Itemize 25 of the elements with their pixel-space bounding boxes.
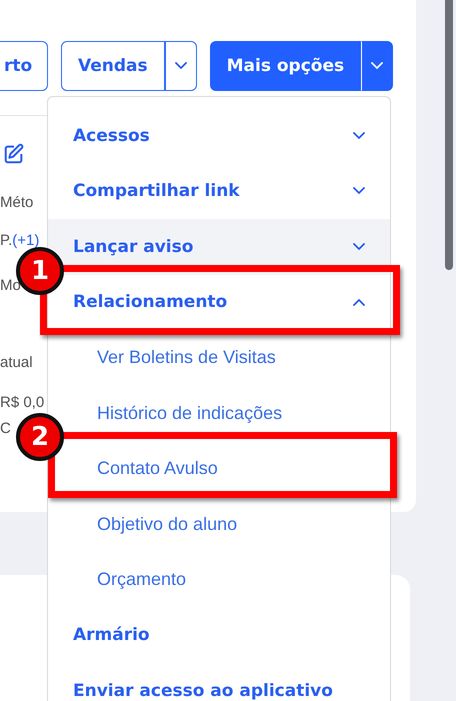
- menu-item[interactable]: Acessos: [48, 108, 390, 164]
- submenu-item[interactable]: Orçamento: [48, 552, 390, 608]
- edit-icon[interactable]: [3, 143, 25, 165]
- chevron-down-icon: [353, 242, 365, 251]
- menu-item[interactable]: Compartilhar link: [48, 164, 390, 219]
- submenu-item[interactable]: Objetivo do aluno: [48, 496, 390, 552]
- count-link[interactable]: (+1): [12, 232, 40, 249]
- detail-text: R$ 0,0: [0, 394, 44, 411]
- detail-text: C: [0, 420, 11, 437]
- sales-button[interactable]: Vendas: [61, 41, 165, 91]
- chevron-down-icon: [174, 62, 187, 70]
- toolbar-button[interactable]: rto: [0, 41, 48, 91]
- chevron-down-icon: [353, 187, 365, 196]
- chevron-up-icon: [353, 298, 365, 306]
- detail-text: Méto: [0, 194, 34, 211]
- chevron-down-icon: [353, 132, 365, 140]
- menu-item[interactable]: Enviar acesso ao aplicativo: [48, 663, 390, 701]
- dropdown-toggle[interactable]: [361, 41, 394, 91]
- chevron-down-icon: [371, 62, 384, 70]
- dropdown-toggle[interactable]: [164, 41, 197, 91]
- detail-text: atual: [0, 354, 33, 371]
- more-options-button[interactable]: Mais opções: [210, 41, 362, 91]
- detail-text: P.: [0, 232, 12, 249]
- scrollbar[interactable]: [445, 0, 453, 270]
- menu-item[interactable]: Armário: [48, 608, 390, 663]
